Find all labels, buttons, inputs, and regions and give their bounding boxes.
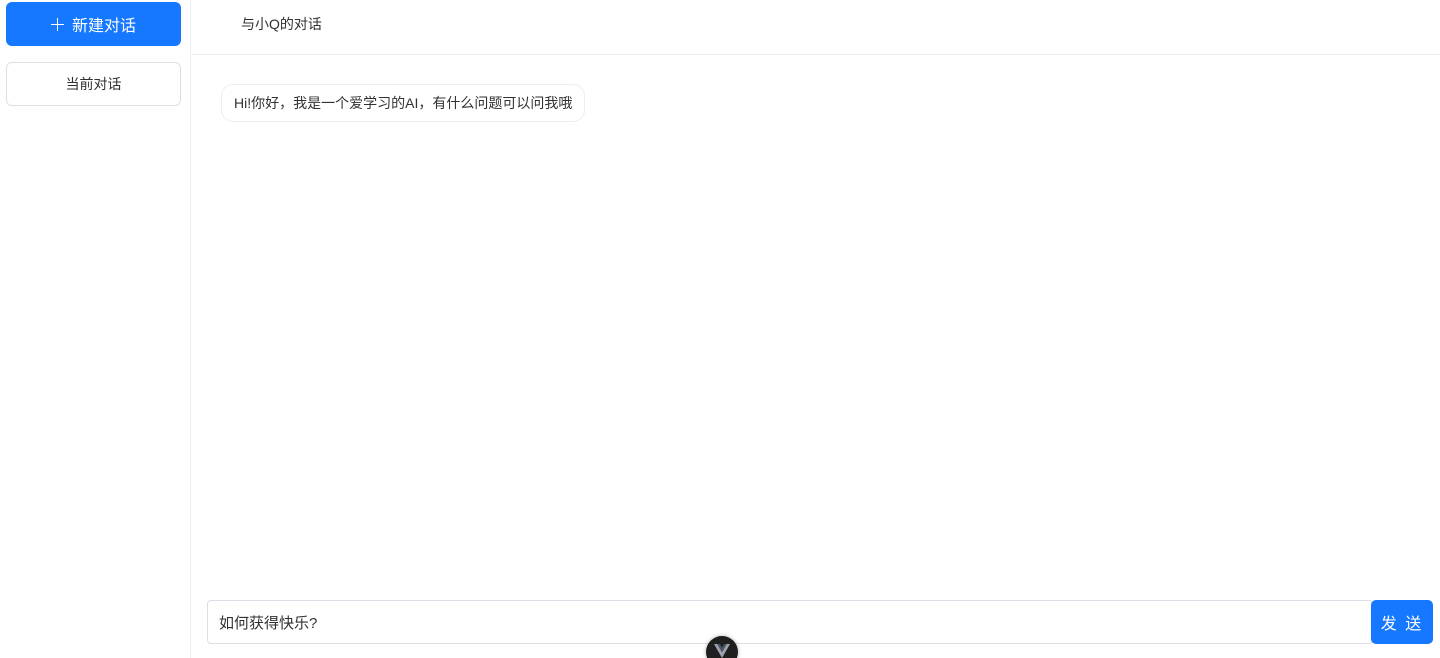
message-list[interactable]: Hi!你好，我是一个爱学习的AI，有什么问题可以问我哦 [192,56,1440,586]
chat-header: 与小Q的对话 [192,0,1440,55]
conversation-item-label: 当前对话 [65,76,122,92]
chat-app: 新建对话 当前对话 与小Q的对话 Hi!你好，我是一个爱学习的AI，有什么问题可… [0,0,1440,658]
chat-title: 与小Q的对话 [241,16,322,32]
composer: 发 送 [207,600,1434,644]
plus-icon [50,17,64,31]
assistant-message-bubble: Hi!你好，我是一个爱学习的AI，有什么问题可以问我哦 [221,84,586,122]
chat-main: 与小Q的对话 Hi!你好，我是一个爱学习的AI，有什么问题可以问我哦 发 送 [192,0,1440,658]
new-chat-label: 新建对话 [71,18,136,35]
conversation-item-current[interactable]: 当前对话 [6,62,181,106]
sidebar: 新建对话 当前对话 [0,0,191,658]
vue-logo-icon [714,644,730,658]
send-button[interactable]: 发 送 [1371,600,1433,644]
message-input[interactable] [207,600,1373,644]
new-chat-button[interactable]: 新建对话 [6,2,181,46]
